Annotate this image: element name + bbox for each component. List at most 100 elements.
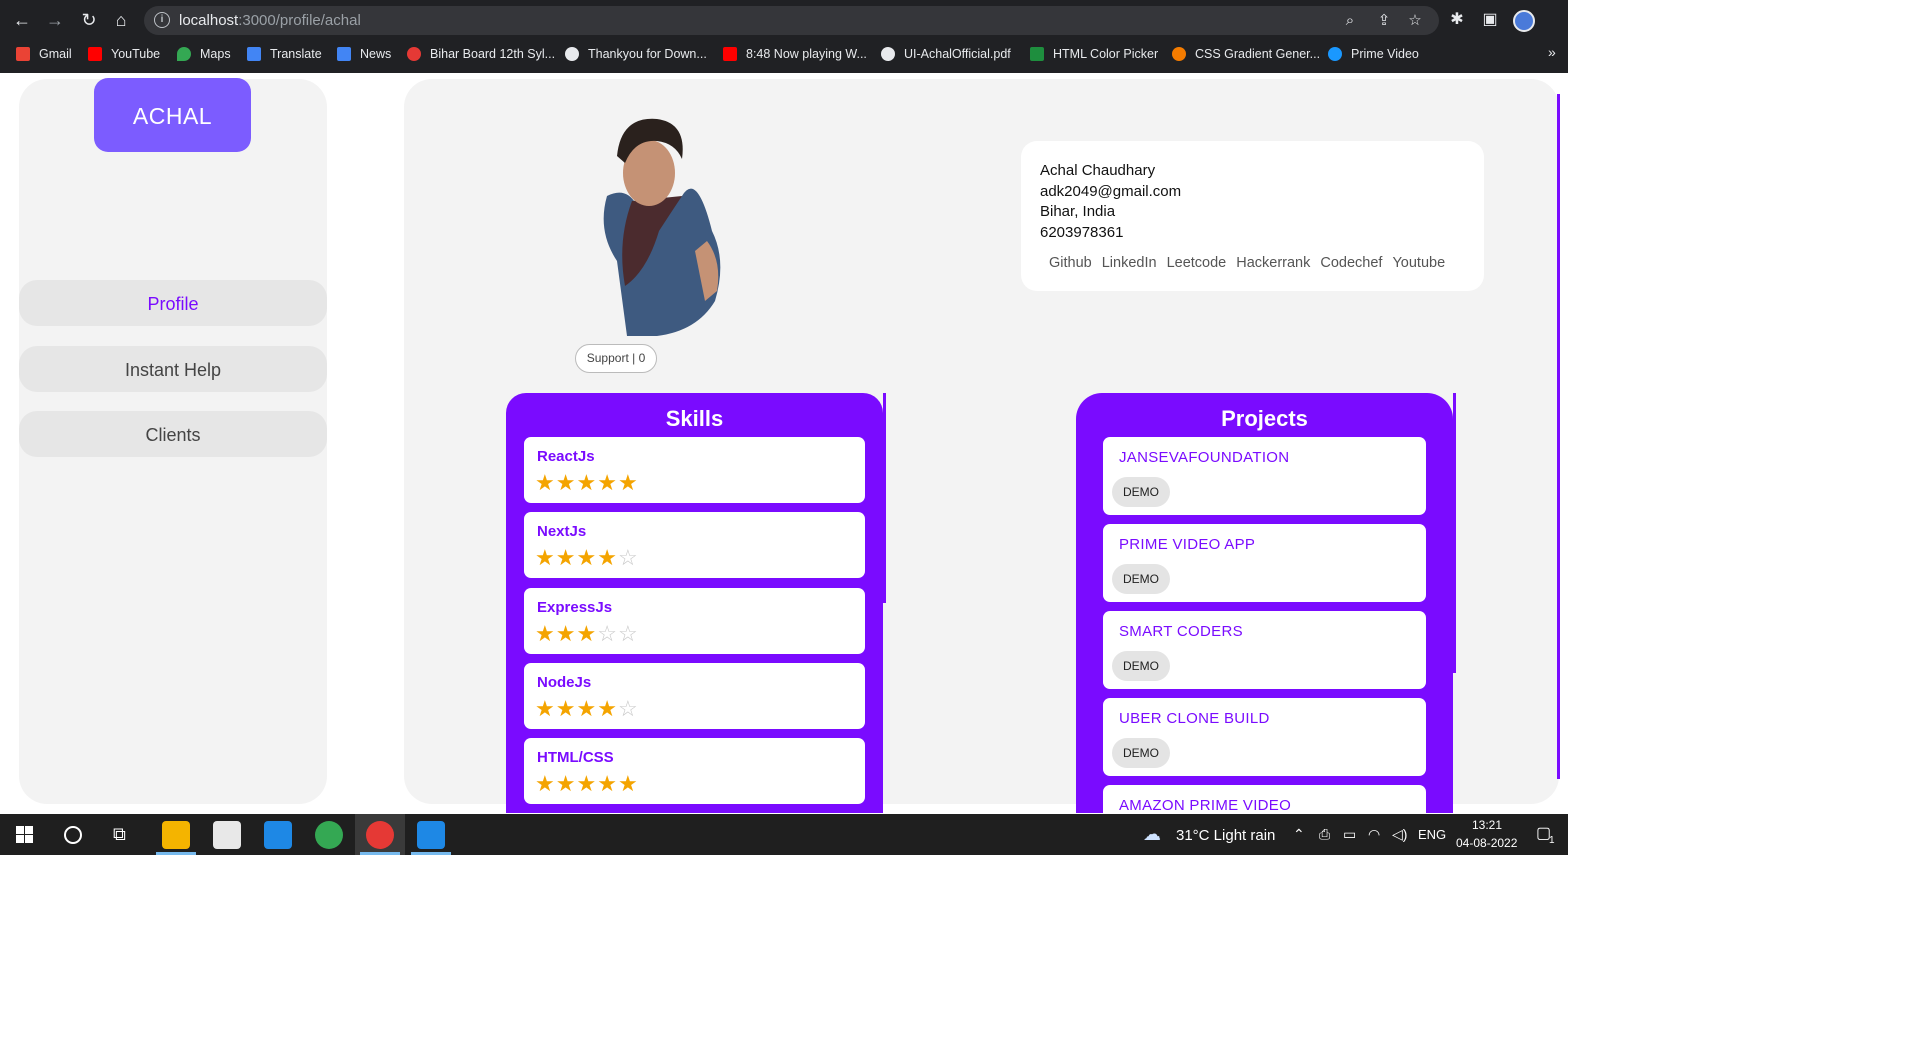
skill-card: NextJs ★★★★☆ [524, 512, 865, 578]
windows-start-icon[interactable] [16, 826, 33, 843]
profile-avatar[interactable] [1513, 10, 1535, 32]
bookmark-now-playing[interactable]: 8:48 Now playing W... [723, 45, 867, 63]
sidebar-item-clients[interactable]: Clients [19, 411, 327, 457]
project-card: UBER CLONE BUILD DEMO [1103, 698, 1426, 776]
star-empty-icon: ☆ [597, 621, 618, 646]
project-name: AMAZON PRIME VIDEO [1119, 797, 1292, 814]
sidebar-item-instant-help[interactable]: Instant Help [19, 346, 327, 392]
project-card: JANSEVAFOUNDATION DEMO [1103, 437, 1426, 515]
star-filled-icon: ★ [535, 771, 556, 796]
url-path: :3000/profile/achal [238, 12, 361, 29]
page-scrollbar[interactable] [1557, 94, 1560, 779]
bookmark-gmail[interactable]: Gmail [16, 45, 72, 63]
skill-card: HTML/CSS ★★★★★ [524, 738, 865, 804]
cloud-rain-icon[interactable]: ☁ [1143, 824, 1161, 845]
home-icon[interactable]: ⌂ [109, 8, 133, 32]
sidebar-item-profile[interactable]: Profile [19, 280, 327, 326]
share-icon[interactable]: ⇪ [1373, 10, 1395, 32]
chevron-up-icon[interactable]: ⌃ [1293, 826, 1305, 843]
link-codechef[interactable]: Codechef [1320, 255, 1382, 271]
support-button[interactable]: Support | 0 [575, 344, 657, 373]
bookmark-ui-pdf[interactable]: UI-AchalOfficial.pdf [881, 45, 1011, 63]
star-filled-icon: ★ [597, 696, 618, 721]
volume-icon[interactable]: ◁) [1392, 826, 1407, 843]
demo-button[interactable]: DEMO [1112, 477, 1170, 507]
demo-button[interactable]: DEMO [1112, 564, 1170, 594]
wifi-icon[interactable]: ◠ [1368, 826, 1380, 843]
link-hackerrank[interactable]: Hackerrank [1236, 255, 1310, 271]
star-filled-icon: ★ [555, 771, 577, 796]
demo-button[interactable]: DEMO [1112, 651, 1170, 681]
maps-icon [177, 47, 191, 61]
browser-toolbar: ← → ↻ ⌂ i localhost:3000/profile/achal ⌕… [0, 0, 1568, 40]
bookmark-prime-video[interactable]: Prime Video [1328, 45, 1419, 63]
extensions-icon[interactable]: ✱ [1445, 8, 1469, 32]
star-filled-icon: ★ [576, 696, 598, 721]
bookmark-star-icon[interactable]: ☆ [1404, 10, 1426, 32]
chrome-profile-icon[interactable] [366, 821, 394, 849]
forward-icon[interactable]: → [43, 8, 67, 32]
link-github[interactable]: Github [1049, 255, 1092, 271]
bookmark-label: Thankyou for Down... [588, 47, 707, 61]
chevron-more-icon[interactable]: » [1548, 44, 1556, 60]
skills-scrollbar[interactable] [883, 393, 886, 603]
demo-button[interactable]: DEMO [1112, 738, 1170, 768]
clock-date[interactable]: 04-08-2022 [1456, 836, 1517, 850]
star-empty-icon: ☆ [617, 696, 639, 721]
star-rating: ★★★★☆ [535, 696, 639, 722]
link-linkedin[interactable]: LinkedIn [1102, 255, 1157, 271]
back-icon[interactable]: ← [10, 8, 34, 32]
vscode-icon[interactable] [417, 821, 445, 849]
star-filled-icon: ★ [555, 621, 577, 646]
youtube-icon [723, 47, 737, 61]
bookmark-label: UI-AchalOfficial.pdf [904, 47, 1011, 61]
project-card: PRIME VIDEO APP DEMO [1103, 524, 1426, 602]
link-leetcode[interactable]: Leetcode [1167, 255, 1227, 271]
link-youtube[interactable]: Youtube [1392, 255, 1445, 271]
main-panel: Support | 0 Achal Chaudhary adk2049@gmai… [404, 79, 1559, 814]
skill-name: ExpressJs [537, 599, 613, 616]
browser-chrome: ← → ↻ ⌂ i localhost:3000/profile/achal ⌕… [0, 0, 1568, 73]
language-indicator[interactable]: ENG [1418, 827, 1446, 842]
bookmark-bihar-board[interactable]: Bihar Board 12th Syl... [407, 45, 555, 63]
bookmark-label: Maps [200, 47, 231, 61]
star-filled-icon: ★ [597, 771, 618, 796]
bookmark-css-gradient[interactable]: CSS Gradient Gener... [1172, 45, 1320, 63]
bookmark-color-picker[interactable]: HTML Color Picker [1030, 45, 1158, 63]
search-circle-icon[interactable] [64, 826, 82, 844]
notification-count: 1 [1549, 835, 1555, 846]
skill-name: ReactJs [537, 448, 595, 465]
clock-time[interactable]: 13:21 [1472, 818, 1502, 832]
projects-title: Projects [1221, 406, 1308, 431]
star-filled-icon: ★ [535, 621, 556, 646]
mail-icon[interactable] [264, 821, 292, 849]
bookmark-news[interactable]: News [337, 45, 391, 63]
project-card: SMART CODERS DEMO [1103, 611, 1426, 689]
weather-text[interactable]: 31°C Light rain [1176, 827, 1275, 844]
side-panel-icon[interactable]: ▣ [1478, 8, 1502, 32]
reload-icon[interactable]: ↻ [77, 8, 101, 32]
running-indicator [411, 852, 451, 855]
bookmark-translate[interactable]: Translate [247, 45, 322, 63]
bookmark-maps[interactable]: Maps [177, 45, 231, 63]
zoom-icon[interactable]: ⌕ [1339, 10, 1361, 32]
project-name: UBER CLONE BUILD [1119, 710, 1270, 727]
projects-panel: Projects JANSEVAFOUNDATION DEMO PRIME VI… [1076, 393, 1453, 814]
site-info-icon[interactable]: i [154, 12, 170, 28]
brand-logo[interactable]: ACHAL [94, 78, 251, 152]
bookmark-label: News [360, 47, 392, 61]
chrome-icon[interactable] [315, 821, 343, 849]
bookmark-label: CSS Gradient Gener... [1195, 47, 1321, 61]
task-view-icon[interactable]: ⧉ [113, 824, 126, 845]
meet-icon[interactable]: ⎙ [1319, 826, 1330, 843]
star-filled-icon: ★ [576, 545, 598, 570]
star-filled-icon: ★ [535, 470, 556, 495]
projects-scrollbar[interactable] [1453, 393, 1456, 673]
file-explorer-icon[interactable] [162, 821, 190, 849]
battery-icon[interactable]: ▭ [1343, 826, 1356, 843]
store-icon[interactable] [213, 821, 241, 849]
bookmark-youtube[interactable]: YouTube [88, 45, 160, 63]
youtube-icon [88, 47, 102, 61]
bookmark-thankyou[interactable]: Thankyou for Down... [565, 45, 707, 63]
address-bar[interactable]: i localhost:3000/profile/achal ⌕ ⇪ ☆ [144, 6, 1439, 35]
